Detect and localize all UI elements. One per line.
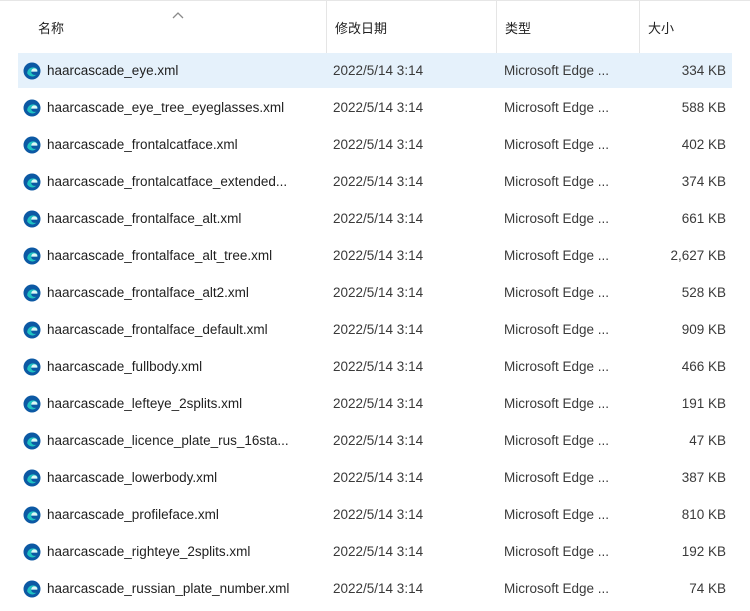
microsoft-edge-icon xyxy=(23,247,41,265)
file-type: Microsoft Edge ... xyxy=(504,359,610,374)
file-row[interactable]: haarcascade_russian_plate_number.xml 2022… xyxy=(18,571,732,606)
file-size: 74 KB xyxy=(689,581,726,596)
file-name: haarcascade_eye_tree_eyeglasses.xml xyxy=(47,100,285,115)
file-row[interactable]: haarcascade_profileface.xml 2022/5/14 3:1… xyxy=(18,497,732,532)
file-date-modified: 2022/5/14 3:14 xyxy=(333,137,424,152)
file-date-modified: 2022/5/14 3:14 xyxy=(333,63,424,78)
file-type: Microsoft Edge ... xyxy=(504,137,610,152)
microsoft-edge-icon xyxy=(23,580,41,598)
file-name: haarcascade_frontalface_alt2.xml xyxy=(47,285,249,300)
file-type: Microsoft Edge ... xyxy=(504,322,610,337)
file-name: haarcascade_frontalface_alt.xml xyxy=(47,211,242,226)
file-date-modified: 2022/5/14 3:14 xyxy=(333,174,424,189)
file-size: 661 KB xyxy=(681,211,726,226)
file-row[interactable]: haarcascade_eye_tree_eyeglasses.xml 2022/… xyxy=(18,90,732,125)
file-name: haarcascade_frontalface_default.xml xyxy=(47,322,268,337)
file-size: 810 KB xyxy=(681,507,726,522)
file-type: Microsoft Edge ... xyxy=(504,470,610,485)
microsoft-edge-icon xyxy=(23,432,41,450)
file-date-modified: 2022/5/14 3:14 xyxy=(333,285,424,300)
file-date-modified: 2022/5/14 3:14 xyxy=(333,544,424,559)
file-date-modified: 2022/5/14 3:14 xyxy=(333,396,424,411)
file-row[interactable]: haarcascade_lowerbody.xml 2022/5/14 3:14 M… xyxy=(18,460,732,495)
file-type: Microsoft Edge ... xyxy=(504,63,610,78)
file-name: haarcascade_righteye_2splits.xml xyxy=(47,544,251,559)
file-size: 402 KB xyxy=(681,137,726,152)
microsoft-edge-icon xyxy=(23,173,41,191)
file-row[interactable]: haarcascade_frontalface_default.xml 2022/… xyxy=(18,312,732,347)
column-header-bar: 名称 修改日期 类型 大小 xyxy=(0,0,750,53)
file-type: Microsoft Edge ... xyxy=(504,211,610,226)
file-size: 528 KB xyxy=(681,285,726,300)
file-row[interactable]: haarcascade_frontalface_alt_tree.xml 2022… xyxy=(18,238,732,273)
file-size: 192 KB xyxy=(681,544,726,559)
file-size: 466 KB xyxy=(681,359,726,374)
file-type: Microsoft Edge ... xyxy=(504,396,610,411)
file-type: Microsoft Edge ... xyxy=(504,100,610,115)
microsoft-edge-icon xyxy=(23,99,41,117)
microsoft-edge-icon xyxy=(23,210,41,228)
file-list: haarcascade_eye.xml 2022/5/14 3:14 Microso… xyxy=(18,53,750,608)
file-name: haarcascade_fullbody.xml xyxy=(47,359,203,374)
column-header-size[interactable]: 大小 xyxy=(639,1,750,53)
file-size: 909 KB xyxy=(681,322,726,337)
microsoft-edge-icon xyxy=(23,469,41,487)
file-name: haarcascade_eye.xml xyxy=(47,63,179,78)
file-type: Microsoft Edge ... xyxy=(504,581,610,596)
file-row[interactable]: haarcascade_lefteye_2splits.xml 2022/5/14… xyxy=(18,386,732,421)
file-size: 334 KB xyxy=(681,63,726,78)
file-size: 588 KB xyxy=(681,100,726,115)
file-type: Microsoft Edge ... xyxy=(504,248,610,263)
microsoft-edge-icon xyxy=(23,506,41,524)
microsoft-edge-icon xyxy=(23,136,41,154)
file-name: haarcascade_profileface.xml xyxy=(47,507,219,522)
column-header-date-modified[interactable]: 修改日期 xyxy=(326,1,496,53)
file-date-modified: 2022/5/14 3:14 xyxy=(333,433,424,448)
file-row[interactable]: haarcascade_fullbody.xml 2022/5/14 3:14 Mi… xyxy=(18,349,732,384)
file-type: Microsoft Edge ... xyxy=(504,544,610,559)
file-size: 47 KB xyxy=(689,433,726,448)
file-date-modified: 2022/5/14 3:14 xyxy=(333,211,424,226)
microsoft-edge-icon xyxy=(23,543,41,561)
file-date-modified: 2022/5/14 3:14 xyxy=(333,581,424,596)
file-name: haarcascade_lowerbody.xml xyxy=(47,470,218,485)
file-row[interactable]: haarcascade_frontalface_alt.xml 2022/5/14… xyxy=(18,201,732,236)
file-date-modified: 2022/5/14 3:14 xyxy=(333,322,424,337)
file-type: Microsoft Edge ... xyxy=(504,507,610,522)
file-name: haarcascade_frontalcatface_extended... xyxy=(47,174,288,189)
file-row[interactable]: haarcascade_righteye_2splits.xml 2022/5/1… xyxy=(18,534,732,569)
file-type: Microsoft Edge ... xyxy=(504,433,610,448)
file-size: 2,627 KB xyxy=(670,248,726,263)
file-date-modified: 2022/5/14 3:14 xyxy=(333,248,424,263)
file-date-modified: 2022/5/14 3:14 xyxy=(333,470,424,485)
microsoft-edge-icon xyxy=(23,284,41,302)
file-type: Microsoft Edge ... xyxy=(504,174,610,189)
microsoft-edge-icon xyxy=(23,321,41,339)
file-name: haarcascade_frontalface_alt_tree.xml xyxy=(47,248,273,263)
file-type: Microsoft Edge ... xyxy=(504,285,610,300)
file-name: haarcascade_lefteye_2splits.xml xyxy=(47,396,243,411)
file-size: 374 KB xyxy=(681,174,726,189)
file-name: haarcascade_russian_plate_number.xml xyxy=(47,581,290,596)
file-row[interactable]: haarcascade_eye.xml 2022/5/14 3:14 Microso… xyxy=(18,53,732,88)
file-explorer-list: 名称 修改日期 类型 大小 haarcascade_eye.xml 2022/5/… xyxy=(0,0,750,611)
microsoft-edge-icon xyxy=(23,358,41,376)
file-row[interactable]: haarcascade_frontalcatface.xml 2022/5/14 … xyxy=(18,127,732,162)
file-size: 387 KB xyxy=(681,470,726,485)
file-row[interactable]: haarcascade_frontalcatface_extended... 20… xyxy=(18,164,732,199)
file-date-modified: 2022/5/14 3:14 xyxy=(333,359,424,374)
file-name: haarcascade_frontalcatface.xml xyxy=(47,137,238,152)
file-row[interactable]: haarcascade_frontalface_alt2.xml 2022/5/1… xyxy=(18,275,732,310)
file-row[interactable]: haarcascade_licence_plate_rus_16sta... 20… xyxy=(18,423,732,458)
file-date-modified: 2022/5/14 3:14 xyxy=(333,507,424,522)
microsoft-edge-icon xyxy=(23,62,41,80)
file-date-modified: 2022/5/14 3:14 xyxy=(333,100,424,115)
microsoft-edge-icon xyxy=(23,395,41,413)
column-header-name[interactable]: 名称 xyxy=(0,1,326,53)
column-header-type[interactable]: 类型 xyxy=(496,1,639,53)
file-size: 191 KB xyxy=(681,396,726,411)
file-name: haarcascade_licence_plate_rus_16sta... xyxy=(47,433,289,448)
